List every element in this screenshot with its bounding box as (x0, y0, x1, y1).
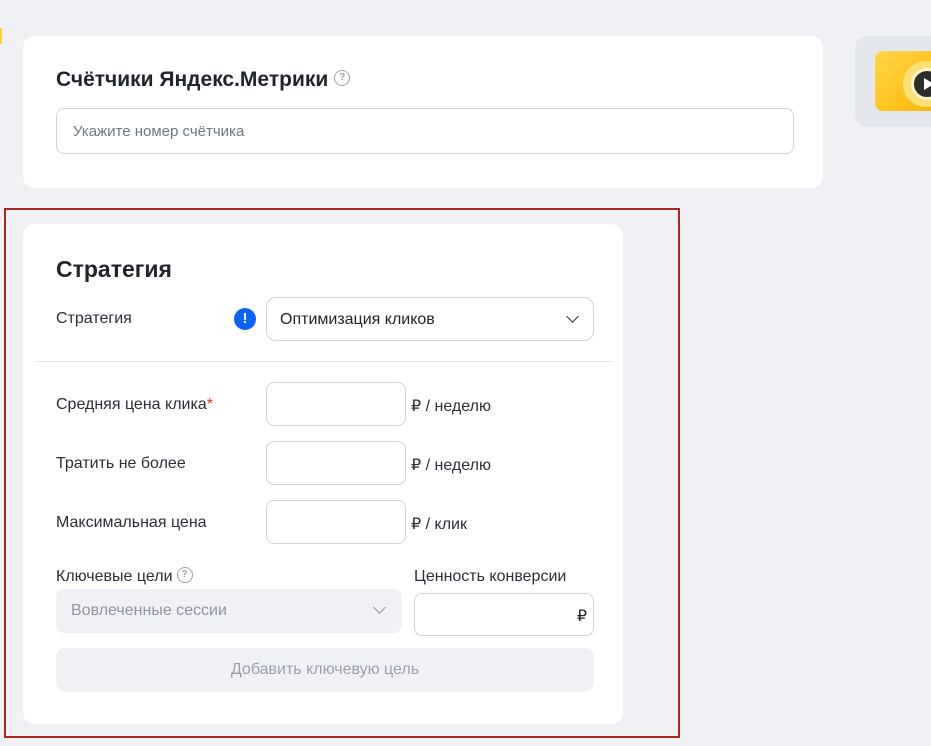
key-goals-label: Ключевые цели? (56, 566, 193, 586)
avg-click-price-unit: ₽ / неделю (411, 398, 491, 415)
add-key-goal-button[interactable]: Добавить ключевую цель (56, 648, 594, 692)
strategy-select-value: Оптимизация кликов (280, 311, 435, 328)
strategy-label: Стратегия (56, 310, 132, 327)
spend-limit-input[interactable] (266, 441, 406, 485)
key-goals-label-text: Ключевые цели (56, 568, 173, 585)
metrika-counters-card: Счётчики Яндекс.Метрики? (23, 36, 823, 188)
ruble-currency-label: ₽ (576, 608, 587, 625)
spend-limit-label: Тратить не более (56, 455, 186, 472)
help-icon[interactable]: ? (176, 566, 193, 583)
strategy-section-title: Стратегия (56, 256, 172, 282)
key-goal-select[interactable]: Вовлеченные сессии (56, 589, 402, 633)
chevron-down-icon (373, 601, 386, 614)
metrika-title-text: Счётчики Яндекс.Метрики (56, 68, 329, 91)
key-goal-select-value: Вовлеченные сессии (71, 602, 227, 619)
strategy-card: Стратегия Стратегия ! Оптимизация кликов… (23, 224, 623, 724)
spend-limit-unit: ₽ / неделю (411, 457, 491, 474)
max-price-unit: ₽ / клик (411, 516, 467, 533)
help-icon[interactable]: ? (334, 70, 351, 87)
conversion-value-input[interactable] (415, 594, 570, 635)
warning-icon[interactable]: ! (234, 308, 256, 330)
required-mark: * (206, 396, 213, 413)
max-price-label: Максимальная цена (56, 514, 207, 531)
strategy-select[interactable]: Оптимизация кликов (266, 297, 594, 341)
chevron-down-icon (566, 310, 579, 323)
avg-click-price-label: Средняя цена клика* (56, 396, 213, 414)
accent-mark (0, 28, 2, 44)
avg-click-price-label-text: Средняя цена клика (56, 396, 207, 413)
conversion-value-field[interactable]: ₽ (414, 593, 594, 636)
divider (35, 361, 613, 362)
max-price-input[interactable] (266, 500, 406, 544)
avg-click-price-input[interactable] (266, 382, 406, 426)
conversion-value-label: Ценность конверсии (414, 568, 567, 585)
metrika-title: Счётчики Яндекс.Метрики? (56, 68, 351, 92)
promo-video-thumbnail[interactable] (875, 51, 931, 111)
metrika-counter-input[interactable] (56, 108, 794, 154)
promo-panel[interactable] (855, 36, 931, 127)
